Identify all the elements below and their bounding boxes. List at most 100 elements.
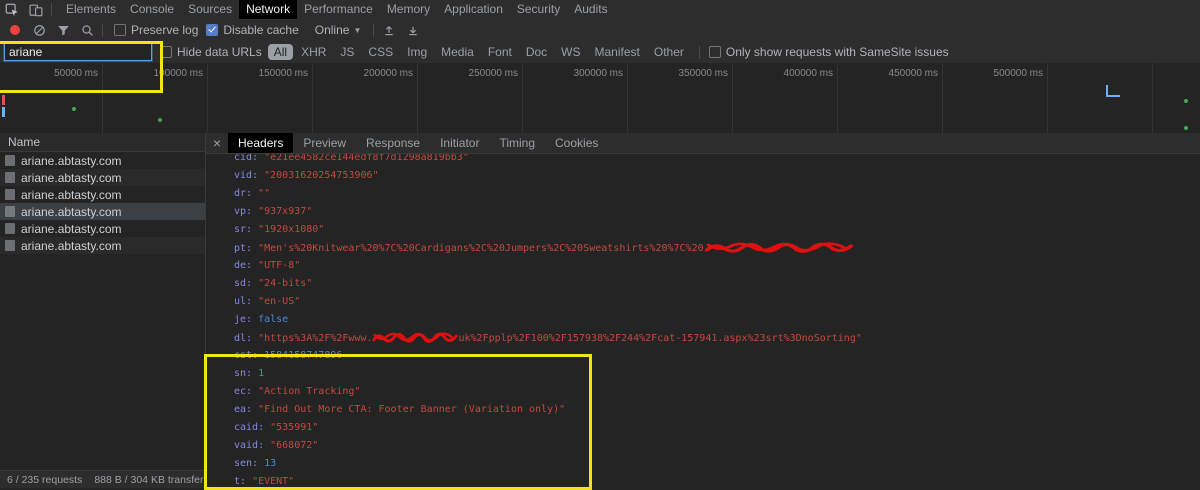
- param-pt: pt: "Men's%20Knitwear%20%7C%20Cardigans%…: [234, 241, 854, 256]
- tab-security[interactable]: Security: [510, 0, 567, 19]
- device-toolbar-icon[interactable]: [24, 0, 48, 19]
- file-icon: [5, 206, 15, 217]
- filter-type-media[interactable]: Media: [435, 44, 480, 60]
- request-name: ariane.abtasty.com: [21, 221, 122, 236]
- timeline-gridline: [732, 63, 733, 133]
- timeline-label: 200000 ms: [363, 68, 413, 79]
- filter-type-font[interactable]: Font: [482, 44, 518, 60]
- tab-memory[interactable]: Memory: [380, 0, 437, 19]
- details-tab-response[interactable]: Response: [356, 133, 430, 153]
- param-sd: sd: "24-bits": [234, 278, 313, 289]
- request-list: ariane.abtasty.com ariane.abtasty.com aria…: [0, 152, 205, 254]
- filter-type-js[interactable]: JS: [334, 44, 360, 60]
- request-name: ariane.abtasty.com: [21, 204, 122, 219]
- param-ea: ea: "Find Out More CTA: Footer Banner (V…: [234, 404, 566, 415]
- request-row[interactable]: ariane.abtasty.com: [0, 169, 205, 186]
- samesite-label: Only show requests with SameSite issues: [725, 45, 949, 59]
- search-icon[interactable]: [75, 21, 99, 40]
- inspect-icon[interactable]: [0, 0, 24, 19]
- param-vid: vid: "20031620254753906": [234, 170, 379, 181]
- details-tabbar: × Headers Preview Response Initiator Timing C…: [206, 133, 1200, 154]
- preserve-log-checkbox[interactable]: [114, 24, 126, 36]
- disable-cache-label: Disable cache: [223, 23, 299, 37]
- filter-type-all[interactable]: All: [267, 44, 294, 60]
- transfer-size: 888 B / 304 KB transfer: [94, 473, 204, 486]
- request-details-pane: × Headers Preview Response Initiator Timing C…: [205, 133, 1200, 488]
- details-tab-cookies[interactable]: Cookies: [545, 133, 608, 153]
- waterfall-entry[interactable]: [1106, 85, 1120, 97]
- import-har-icon[interactable]: [401, 21, 425, 40]
- request-row[interactable]: ariane.abtasty.com: [0, 237, 205, 254]
- network-toolbar: Preserve log Disable cache Online ▼: [0, 19, 1200, 42]
- request-row[interactable]: ariane.abtasty.com: [0, 220, 205, 237]
- details-tab-timing[interactable]: Timing: [489, 133, 545, 153]
- request-name: ariane.abtasty.com: [21, 153, 122, 168]
- request-name: ariane.abtasty.com: [21, 238, 122, 253]
- separator: [51, 3, 52, 16]
- param-ec: ec: "Action Tracking": [234, 386, 361, 397]
- export-har-icon[interactable]: [377, 21, 401, 40]
- waterfall-dot: [158, 118, 162, 122]
- throttling-select[interactable]: Online: [315, 23, 350, 37]
- waterfall-tick-red: [2, 95, 5, 105]
- preserve-log-label: Preserve log: [131, 23, 199, 37]
- filter-type-manifest[interactable]: Manifest: [589, 44, 646, 60]
- resource-type-filters: All XHR JS CSS Img Media Font Doc WS Manifest Othe…: [267, 44, 690, 60]
- requests-panel: Name ariane.abtasty.com ariane.abtasty.co…: [0, 133, 206, 470]
- panel-tabs: Elements Console Sources Network Performance…: [59, 0, 615, 19]
- hide-data-urls-label: Hide data URLs: [177, 45, 262, 59]
- details-tab-initiator[interactable]: Initiator: [430, 133, 489, 153]
- filter-type-xhr[interactable]: XHR: [295, 44, 332, 60]
- redaction-scribble: [704, 241, 854, 253]
- param-vaid: vaid: "668072": [234, 440, 319, 451]
- request-row[interactable]: ariane.abtasty.com: [0, 186, 205, 203]
- filter-type-doc[interactable]: Doc: [520, 44, 553, 60]
- param-sen: sen: 13: [234, 458, 277, 469]
- timeline-gridline: [627, 63, 628, 133]
- timeline-label: 150000 ms: [258, 68, 308, 79]
- request-row[interactable]: ariane.abtasty.com: [0, 203, 205, 220]
- tab-performance[interactable]: Performance: [297, 0, 380, 19]
- param-dr: dr: "": [234, 188, 271, 199]
- details-tab-headers[interactable]: Headers: [228, 133, 294, 153]
- tab-network[interactable]: Network: [239, 0, 298, 19]
- disable-cache-checkbox[interactable]: [206, 24, 219, 36]
- filter-type-img[interactable]: Img: [401, 44, 433, 60]
- request-row[interactable]: ariane.abtasty.com: [0, 152, 205, 169]
- tab-application[interactable]: Application: [437, 0, 510, 19]
- tab-sources[interactable]: Sources: [181, 0, 239, 19]
- param-je: je: false: [234, 314, 289, 325]
- file-icon: [5, 155, 15, 166]
- tab-audits[interactable]: Audits: [567, 0, 614, 19]
- waterfall-dot: [1184, 99, 1188, 103]
- filter-input[interactable]: [4, 43, 152, 61]
- name-column-header[interactable]: Name: [0, 133, 205, 152]
- tab-elements[interactable]: Elements: [59, 0, 123, 19]
- samesite-checkbox[interactable]: [708, 46, 721, 58]
- waterfall-overview[interactable]: 50000 ms 100000 ms 150000 ms 200000 ms 25000…: [0, 63, 1200, 134]
- record-button[interactable]: [3, 21, 27, 40]
- close-icon[interactable]: ×: [206, 133, 228, 153]
- filter-icon[interactable]: [51, 21, 75, 40]
- timeline-label: 500000 ms: [993, 68, 1043, 79]
- clear-button[interactable]: [27, 21, 51, 40]
- param-sn: sn: 1: [234, 368, 265, 379]
- timeline-gridline: [1152, 63, 1153, 133]
- timeline-gridline: [1047, 63, 1048, 133]
- hide-data-urls-checkbox[interactable]: [160, 46, 172, 58]
- filter-bar: Hide data URLs AllXHRJSCSSImgMediaFontDo…: [0, 41, 1200, 64]
- tab-console[interactable]: Console: [123, 0, 181, 19]
- waterfall-dot: [1184, 126, 1188, 130]
- request-name: ariane.abtasty.com: [21, 187, 122, 202]
- timeline-label: 50000 ms: [54, 68, 98, 79]
- param-caid: caid: "535991": [234, 422, 319, 433]
- file-icon: [5, 223, 15, 234]
- filter-type-css[interactable]: CSS: [362, 44, 399, 60]
- file-icon: [5, 240, 15, 251]
- details-tab-preview[interactable]: Preview: [293, 133, 356, 153]
- status-bar: 6 / 235 requests 888 B / 304 KB transfer: [0, 470, 205, 488]
- filter-type-other[interactable]: Other: [648, 44, 690, 60]
- filter-type-ws[interactable]: WS: [555, 44, 586, 60]
- param-dl: dl: "https%3A%2F%2Fwww. uk%2Fpplp%2F100%2…: [234, 332, 862, 344]
- waterfall-tick-blue: [2, 107, 5, 117]
